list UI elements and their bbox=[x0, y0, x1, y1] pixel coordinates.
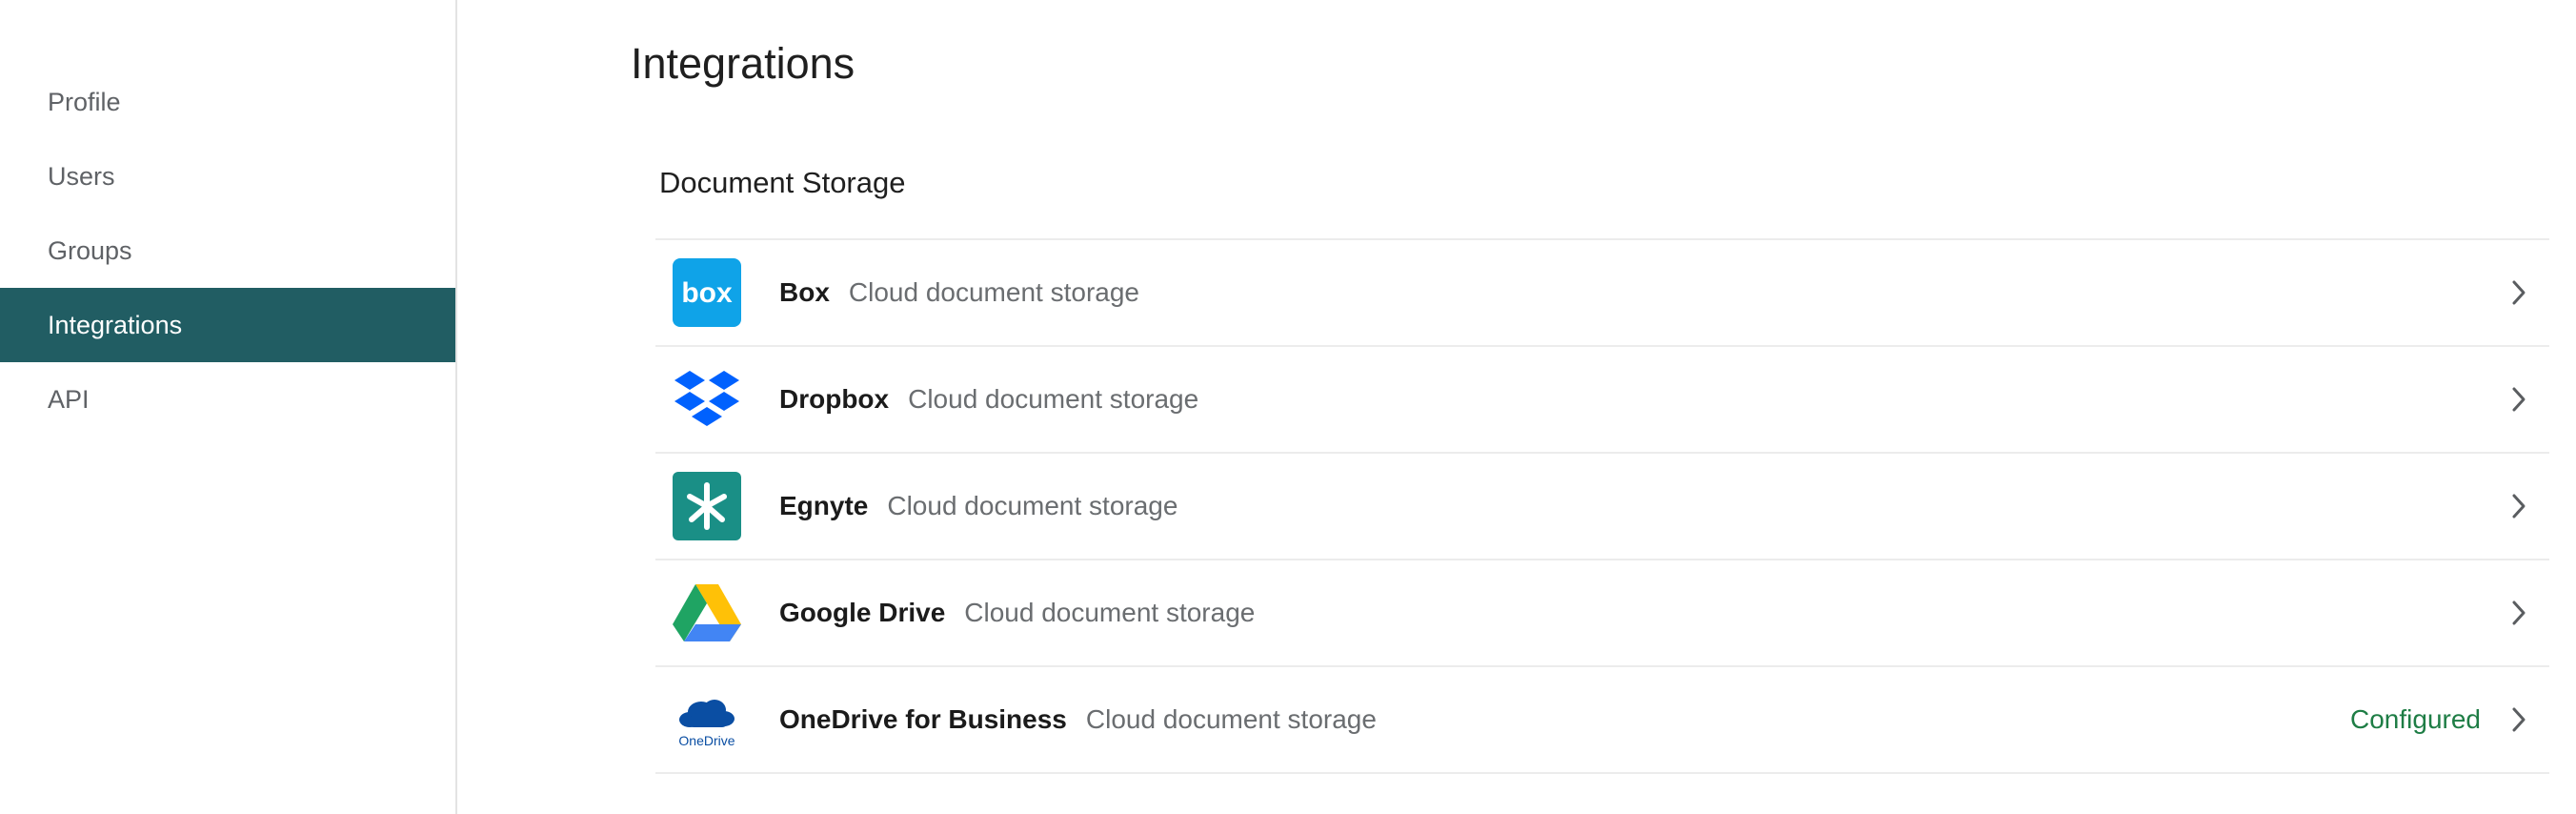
sidebar-nav: Profile Users Groups Integrations API bbox=[0, 65, 455, 437]
sidebar-item-integrations[interactable]: Integrations bbox=[0, 288, 455, 362]
sidebar-item-api[interactable]: API bbox=[0, 362, 455, 437]
integration-description: Cloud document storage bbox=[964, 598, 1256, 627]
integration-description: Cloud document storage bbox=[848, 277, 1139, 307]
integration-description: Cloud document storage bbox=[908, 384, 1199, 414]
integration-row-dropbox[interactable]: Dropbox Cloud document storage bbox=[655, 347, 2549, 454]
svg-text:box: box bbox=[681, 277, 733, 309]
chevron-right-icon bbox=[2506, 279, 2532, 306]
integrations-list: box Box Cloud document storage Dropbox C… bbox=[655, 238, 2549, 774]
integration-description: Cloud document storage bbox=[1085, 704, 1377, 734]
settings-sidebar: Profile Users Groups Integrations API bbox=[0, 0, 457, 814]
egnyte-logo-icon bbox=[673, 472, 741, 540]
sidebar-item-users[interactable]: Users bbox=[0, 139, 455, 214]
chevron-right-icon bbox=[2506, 386, 2532, 413]
onedrive-logo-icon: OneDrive bbox=[673, 685, 741, 754]
integration-name: OneDrive for Business bbox=[779, 704, 1067, 734]
app-window: Profile Users Groups Integrations API In… bbox=[0, 0, 2576, 814]
integration-description: Cloud document storage bbox=[887, 491, 1178, 520]
google-drive-logo-icon bbox=[673, 579, 741, 647]
integration-row-egnyte[interactable]: Egnyte Cloud document storage bbox=[655, 454, 2549, 560]
chevron-right-icon bbox=[2506, 706, 2532, 733]
integration-row-box[interactable]: box Box Cloud document storage bbox=[655, 240, 2549, 347]
integration-row-google-drive[interactable]: Google Drive Cloud document storage bbox=[655, 560, 2549, 667]
integration-name: Dropbox bbox=[779, 384, 890, 414]
integration-name: Box bbox=[779, 277, 830, 307]
integration-row-onedrive-for-business[interactable]: OneDrive OneDrive for Business Cloud doc… bbox=[655, 667, 2549, 774]
sidebar-item-profile[interactable]: Profile bbox=[0, 65, 455, 139]
main-content: Integrations Document Storage box Box Cl… bbox=[457, 0, 2576, 814]
page-title: Integrations bbox=[631, 39, 855, 88]
section-title-document-storage: Document Storage bbox=[659, 166, 906, 199]
integration-name: Egnyte bbox=[779, 491, 869, 520]
chevron-right-icon bbox=[2506, 600, 2532, 626]
sidebar-item-groups[interactable]: Groups bbox=[0, 214, 455, 288]
svg-text:OneDrive: OneDrive bbox=[678, 733, 735, 748]
box-logo-icon: box bbox=[673, 258, 741, 327]
chevron-right-icon bbox=[2506, 493, 2532, 519]
configured-status-label: Configured bbox=[2350, 704, 2481, 734]
dropbox-logo-icon bbox=[673, 365, 741, 434]
integration-name: Google Drive bbox=[779, 598, 946, 627]
